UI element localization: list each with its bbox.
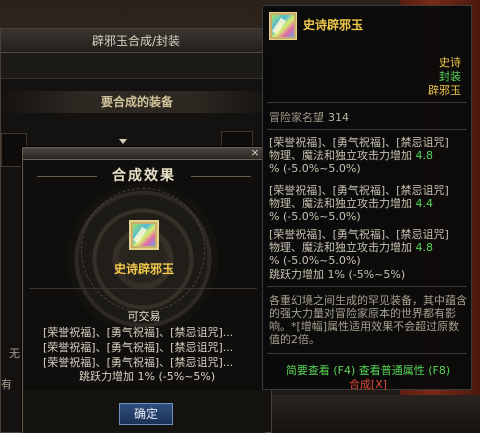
side-label-has: 有 bbox=[1, 378, 12, 391]
tooltip-divider bbox=[267, 353, 467, 354]
buff-line: 物理、魔法和独立攻击力增加 4.8 bbox=[269, 241, 433, 254]
synthesize-close-link[interactable]: 合成[X] bbox=[263, 376, 473, 392]
buff-range: % (-5.0%~5.0%) bbox=[269, 162, 361, 175]
result-item-name: 史诗辟邪玉 bbox=[113, 262, 174, 276]
tooltip-divider bbox=[267, 102, 467, 103]
buff-range: % (-5.0%~5.0%) bbox=[269, 254, 361, 267]
tooltip-divider bbox=[267, 129, 467, 130]
fame-label: 冒险家名望 bbox=[269, 111, 324, 124]
item-description: 各重幻境之间生成的罕见装备，其中蕴含的强大力量对冒险家原本的世界都有影响。*[增… bbox=[269, 294, 467, 346]
dropdown-arrow-icon[interactable] bbox=[119, 139, 127, 144]
tooltip-item-title: 史诗辟邪玉 bbox=[303, 18, 364, 32]
jump-row: 跳跃力增加 1% (-5%~5%) bbox=[269, 268, 406, 281]
fame-value: 314 bbox=[328, 111, 349, 124]
buff-line: [荣誉祝福]、[勇气祝福]、[禁忌诅咒] bbox=[269, 228, 449, 241]
tooltip-divider bbox=[267, 286, 467, 287]
side-label-none: 无 bbox=[9, 347, 20, 360]
talisman-icon bbox=[133, 224, 155, 246]
magic-circle-ring bbox=[81, 188, 205, 312]
item-type-label: 辟邪玉 bbox=[428, 84, 461, 97]
fame-row: 冒险家名望 314 bbox=[269, 109, 349, 125]
buff-line: [荣誉祝福]、[勇气祝福]、[禁忌诅咒] bbox=[269, 184, 449, 197]
buff-line: 物理、魔法和独立攻击力增加 4.8 bbox=[269, 149, 433, 162]
tooltip-item-slot bbox=[269, 12, 297, 40]
close-icon[interactable]: × bbox=[249, 146, 261, 160]
synthesis-tab-bar bbox=[1, 53, 271, 79]
result-item-slot[interactable] bbox=[129, 220, 159, 250]
dialog-header: × bbox=[23, 146, 263, 160]
confirm-button[interactable]: 确定 bbox=[119, 403, 173, 425]
jump-stat-line: 跳跃力增加 1% (-5%~5%) bbox=[79, 370, 216, 383]
talisman-icon bbox=[272, 15, 294, 37]
buff-block: [荣誉祝福]、[勇气祝福]、[禁忌诅咒] 物理、魔法和独立攻击力增加 4.8 %… bbox=[269, 136, 467, 175]
synthesis-result-dialog: × 合成效果 史诗辟邪玉 可交易 [荣誉祝福]、[勇气祝福]、[禁忌诅咒]...… bbox=[22, 146, 265, 433]
item-tooltip: 史诗辟邪玉 史诗 封装 辟邪玉 冒险家名望 314 [荣誉祝福]、[勇气祝福]、[… bbox=[262, 5, 473, 392]
tradeable-label: 可交易 bbox=[127, 310, 161, 323]
buff-line: [荣誉祝福]、[勇气祝福]、[禁忌诅咒] bbox=[269, 136, 449, 149]
buff-range: % (-5.0%~5.0%) bbox=[269, 210, 361, 223]
buff-block: [荣誉祝福]、[勇气祝福]、[禁忌诅咒] 物理、魔法和独立攻击力增加 4.4 %… bbox=[269, 184, 467, 223]
buff-summary-line: [荣誉祝福]、[勇气祝福]、[禁忌诅咒]... bbox=[43, 341, 234, 354]
dialog-divider bbox=[29, 288, 257, 289]
buff-summary-line: [荣誉祝福]、[勇气祝福]、[禁忌诅咒]... bbox=[43, 326, 234, 339]
equipment-section-title: 要合成的装备 bbox=[1, 91, 273, 113]
synthesis-window-title: 辟邪玉合成/封装 bbox=[1, 29, 271, 53]
buff-block: [荣誉祝福]、[勇气祝福]、[禁忌诅咒] 物理、魔法和独立攻击力增加 4.8 %… bbox=[269, 228, 467, 267]
buff-line: 物理、魔法和独立攻击力增加 4.4 bbox=[269, 197, 433, 210]
